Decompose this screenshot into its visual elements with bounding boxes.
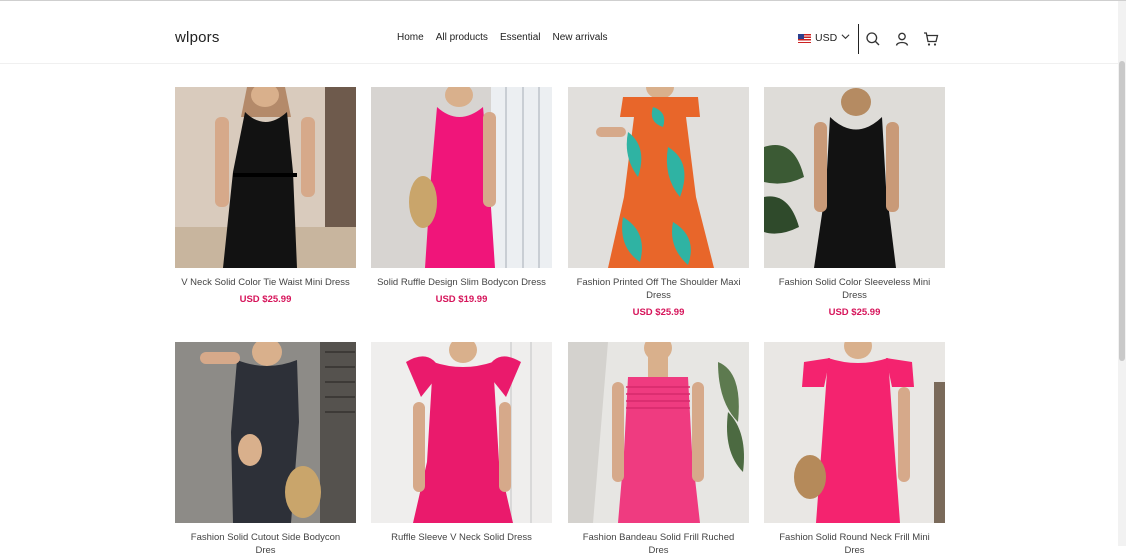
product-image[interactable] xyxy=(568,342,749,523)
header-divider xyxy=(858,24,859,54)
product-card[interactable]: Fashion Solid Round Neck Frill Mini Dres xyxy=(764,342,945,557)
product-title[interactable]: Fashion Printed Off The Shoulder Maxi Dr… xyxy=(568,276,749,302)
cart-icon[interactable] xyxy=(923,31,939,47)
product-title[interactable]: Fashion Solid Color Sleeveless Mini Dres… xyxy=(764,276,945,302)
product-card[interactable]: Fashion Printed Off The Shoulder Maxi Dr… xyxy=(568,87,749,318)
product-image[interactable] xyxy=(568,87,749,268)
product-price: USD $25.99 xyxy=(828,307,881,318)
nav-all-products[interactable]: All products xyxy=(436,32,488,43)
store-logo[interactable]: wlpors xyxy=(175,29,220,46)
product-title[interactable]: Fashion Bandeau Solid Frill Ruched Dres xyxy=(568,531,749,557)
nav-home[interactable]: Home xyxy=(397,32,424,43)
scroll-thumb[interactable] xyxy=(1119,61,1125,361)
product-price: USD $25.99 xyxy=(632,307,685,318)
site-header: wlpors Home All products Essential New a… xyxy=(0,1,1118,64)
product-title[interactable]: V Neck Solid Color Tie Waist Mini Dress xyxy=(175,276,356,289)
product-price: USD $19.99 xyxy=(435,294,488,305)
product-title[interactable]: Fashion Solid Round Neck Frill Mini Dres xyxy=(764,531,945,557)
nav-essential[interactable]: Essential xyxy=(500,32,541,43)
product-image[interactable] xyxy=(175,342,356,523)
product-card[interactable]: Fashion Solid Cutout Side Bodycon Dres xyxy=(175,342,356,557)
product-title[interactable]: Ruffle Sleeve V Neck Solid Dress xyxy=(371,531,552,544)
product-card[interactable]: Fashion Solid Color Sleeveless Mini Dres… xyxy=(764,87,945,318)
product-card[interactable]: Solid Ruffle Design Slim Bodycon Dress U… xyxy=(371,87,552,305)
product-image[interactable] xyxy=(371,342,552,523)
chevron-down-icon xyxy=(841,32,850,44)
currency-selector[interactable]: USD xyxy=(798,32,850,44)
us-flag-icon xyxy=(798,33,811,43)
product-card[interactable]: V Neck Solid Color Tie Waist Mini Dress … xyxy=(175,87,356,305)
page-scrollbar[interactable] xyxy=(1118,1,1126,546)
account-icon[interactable] xyxy=(894,31,910,47)
product-price: USD $25.99 xyxy=(239,294,292,305)
product-title[interactable]: Fashion Solid Cutout Side Bodycon Dres xyxy=(175,531,356,557)
product-image[interactable] xyxy=(764,342,945,523)
nav-new-arrivals[interactable]: New arrivals xyxy=(553,32,608,43)
product-image[interactable] xyxy=(764,87,945,268)
search-icon[interactable] xyxy=(865,31,881,47)
product-card[interactable]: Fashion Bandeau Solid Frill Ruched Dres xyxy=(568,342,749,557)
product-image[interactable] xyxy=(371,87,552,268)
product-title[interactable]: Solid Ruffle Design Slim Bodycon Dress xyxy=(371,276,552,289)
product-card[interactable]: Ruffle Sleeve V Neck Solid Dress xyxy=(371,342,552,544)
main-nav: Home All products Essential New arrivals xyxy=(397,32,608,43)
currency-label: USD xyxy=(815,32,838,44)
product-image[interactable] xyxy=(175,87,356,268)
